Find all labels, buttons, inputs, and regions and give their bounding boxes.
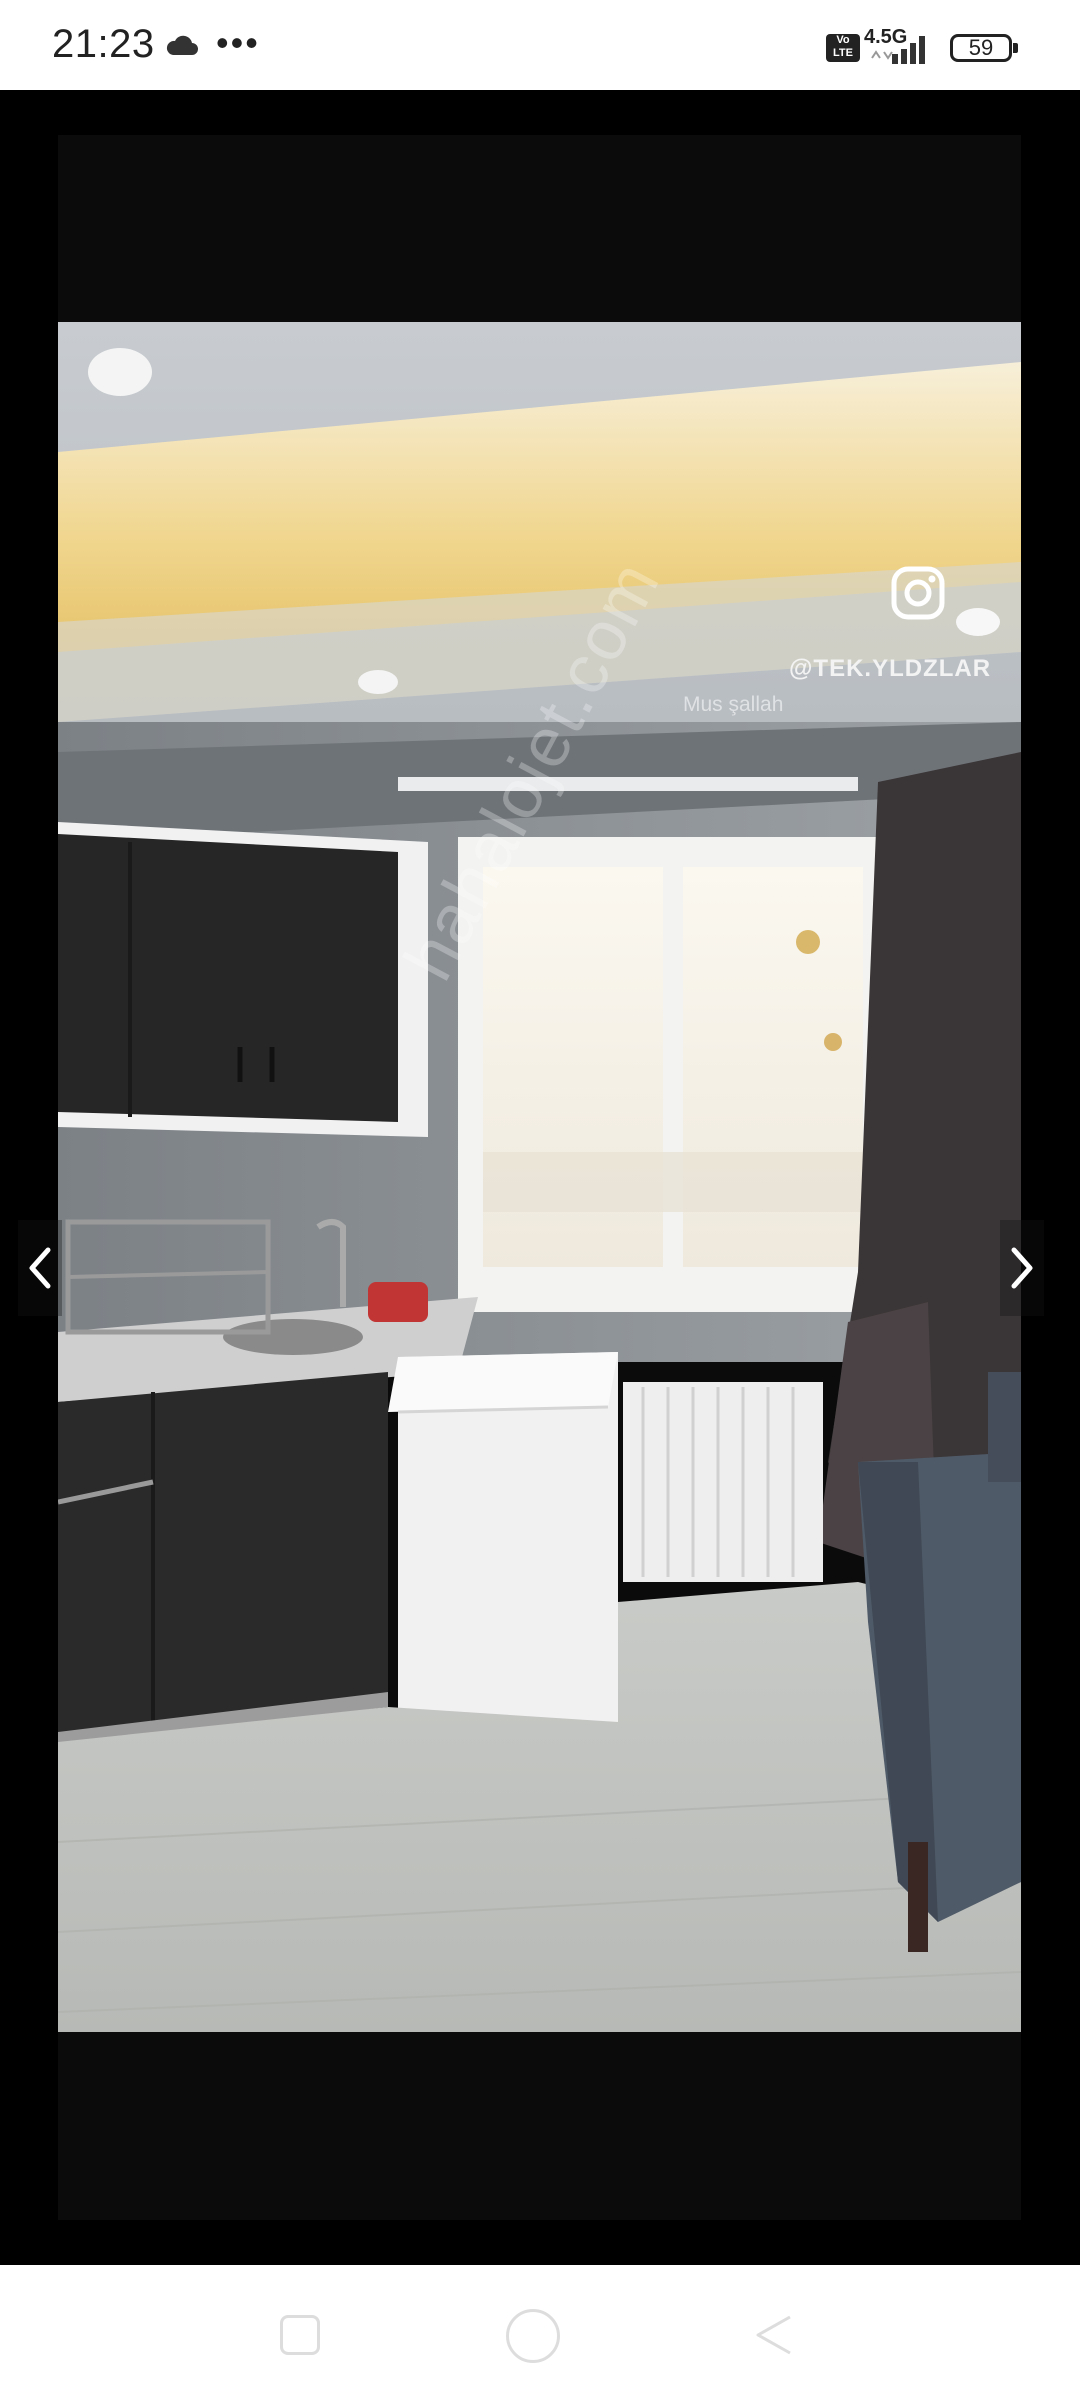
navigation-bar [0,2265,1080,2400]
image-viewer[interactable]: @TEK.YLDZLAR Mus şallah hahalojet.com [0,90,1080,2265]
previous-image-button[interactable] [18,1220,62,1316]
more-dots-icon: ••• [216,22,260,63]
status-bar: 21:23 ••• Vo LTE 4.5G 59 [0,0,1080,90]
kitchen-photo [58,322,1021,2032]
cloud-icon [165,34,199,61]
instagram-icon [890,565,946,626]
signal-icon [870,30,938,71]
instagram-handle: @TEK.YLDZLAR [789,655,992,682]
home-icon[interactable] [506,2309,560,2363]
chevron-right-icon [1011,1247,1033,1289]
chevron-left-icon [29,1247,51,1289]
photo-frame: @TEK.YLDZLAR Mus şallah hahalojet.com [58,135,1021,2220]
recents-icon[interactable] [280,2315,320,2355]
back-icon[interactable] [752,2313,796,2362]
overlay-caption: Mus şallah [683,693,784,716]
battery-icon: 59 [950,34,1018,62]
next-image-button[interactable] [1000,1220,1044,1316]
volte-icon: Vo LTE [826,34,860,62]
clock: 21:23 [52,22,155,66]
